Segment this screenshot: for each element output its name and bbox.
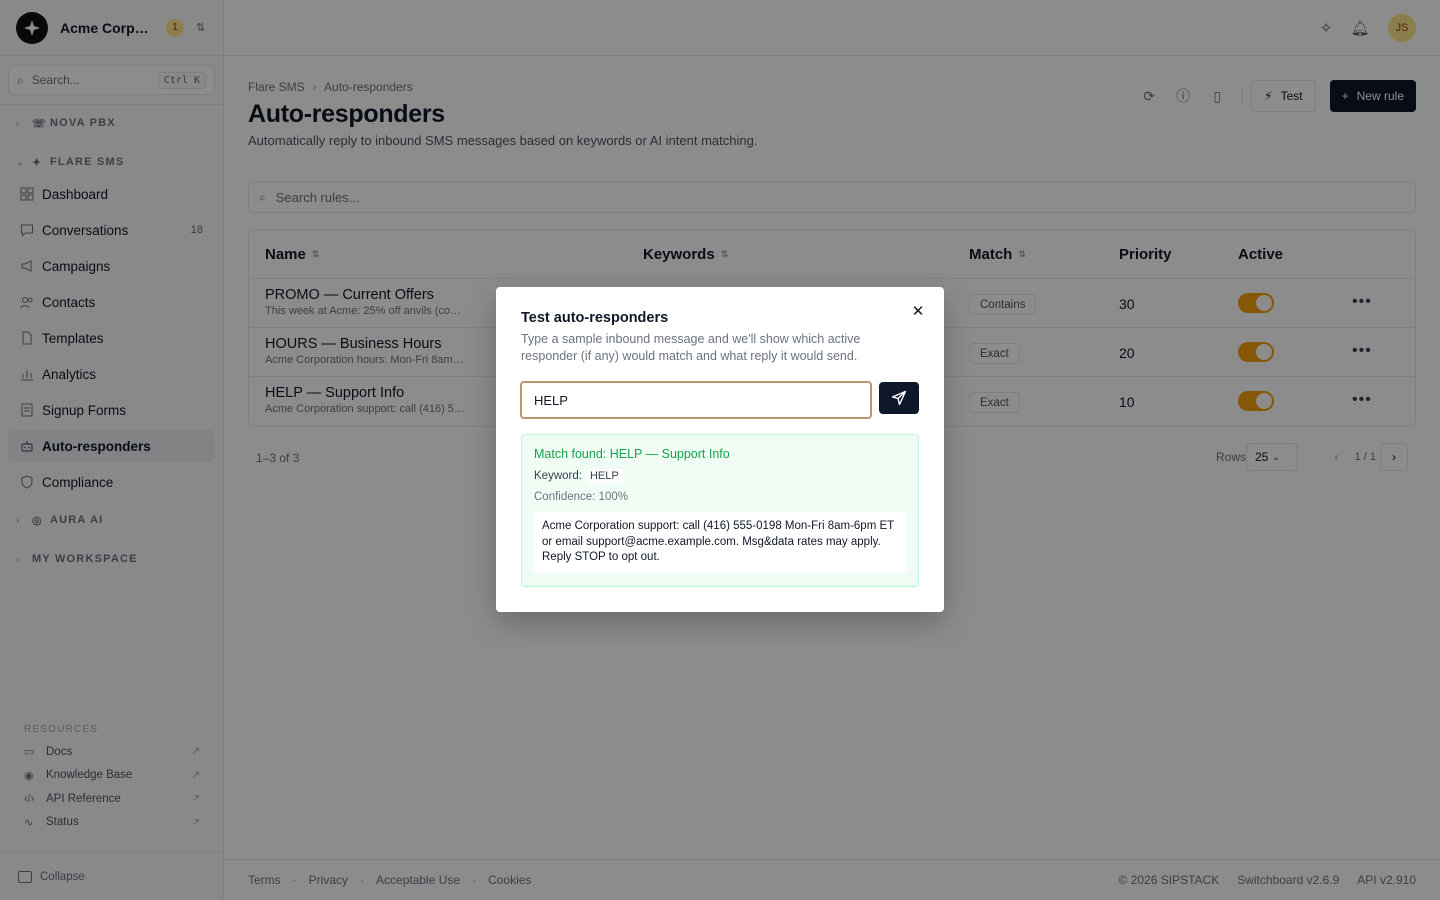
send-button[interactable] [879,382,919,414]
match-result: Match found: HELP — Support Info Keyword… [521,434,919,587]
match-keyword: Keyword: HELP [534,469,623,483]
test-autoresponders-dialog: Test auto-responders ✕ Type a sample inb… [496,287,944,612]
sample-message-input[interactable]: HELP [520,381,872,419]
match-title: Match found: HELP — Support Info [534,447,730,461]
close-icon[interactable]: ✕ [910,303,926,320]
keyword-chip: HELP [585,469,623,483]
dialog-title: Test auto-responders [521,310,669,326]
match-confidence: Confidence: 100% [534,491,628,503]
reply-preview: Acme Corporation support: call (416) 555… [534,512,906,573]
dialog-description: Type a sample inbound message and we'll … [521,332,861,363]
send-icon [891,390,907,406]
